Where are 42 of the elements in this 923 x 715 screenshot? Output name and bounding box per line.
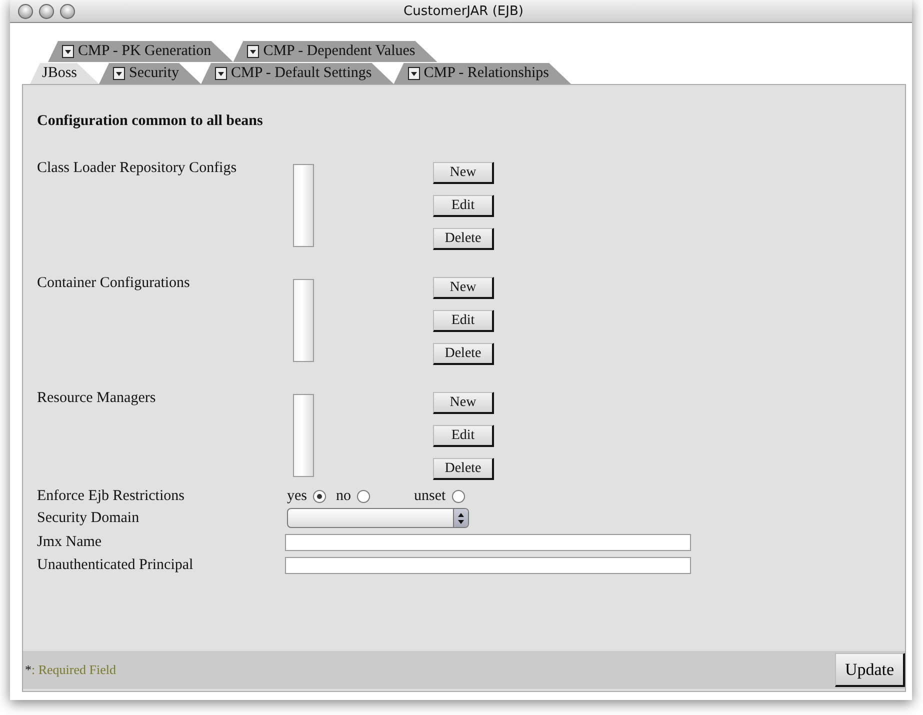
tab[interactable]: CMP - Dependent Values — [233, 41, 438, 62]
field-label: Unauthenticated Principal — [37, 557, 194, 574]
text-field[interactable] — [285, 534, 691, 551]
radio-label: unset — [414, 488, 446, 505]
action-button[interactable]: Delete — [433, 343, 494, 365]
radio-label: yes — [287, 488, 307, 505]
action-button[interactable]: Delete — [433, 228, 494, 250]
minimize-icon[interactable] — [39, 4, 54, 18]
required-note: *: Required Field — [24, 662, 116, 678]
section-label: Resource Managers — [37, 389, 157, 407]
update-button[interactable]: Update — [835, 653, 905, 687]
zoom-icon[interactable] — [60, 4, 75, 18]
action-button[interactable]: New — [433, 277, 494, 299]
list-box[interactable] — [293, 394, 314, 477]
radio-button[interactable] — [357, 490, 370, 503]
field-label: Enforce Ejb Restrictions — [37, 488, 186, 505]
tab[interactable]: Security — [99, 63, 202, 84]
dropdown-field[interactable] — [287, 508, 469, 528]
stepper-icon — [458, 512, 464, 524]
tab[interactable]: CMP - Relationships — [394, 63, 572, 84]
radio-label: no — [336, 488, 351, 505]
close-icon[interactable] — [18, 4, 33, 18]
action-button[interactable]: Edit — [433, 195, 494, 217]
window-title: CustomerJAR (EJB) — [402, 4, 524, 18]
tab[interactable]: CMP - PK Generation — [48, 41, 234, 62]
text-field[interactable] — [285, 557, 691, 574]
list-box[interactable] — [293, 164, 314, 247]
list-box[interactable] — [293, 279, 314, 362]
section-label: Class Loader Repository Configs — [37, 159, 238, 177]
action-button[interactable]: Edit — [433, 310, 494, 332]
field-label: Jmx Name — [37, 534, 103, 551]
radio-button[interactable] — [313, 490, 326, 503]
tab[interactable]: CMP - Default Settings — [201, 63, 394, 84]
tab[interactable]: JBoss — [30, 63, 100, 84]
field-label: Security Domain — [37, 510, 140, 526]
action-button[interactable]: Edit — [433, 425, 494, 447]
section-heading: Configuration common to all beans — [37, 113, 264, 130]
action-button[interactable]: Delete — [433, 458, 494, 480]
section-label: Container Configurations — [37, 274, 191, 292]
action-button[interactable]: New — [433, 392, 494, 414]
action-button[interactable]: New — [433, 162, 494, 184]
radio-button[interactable] — [452, 490, 465, 503]
